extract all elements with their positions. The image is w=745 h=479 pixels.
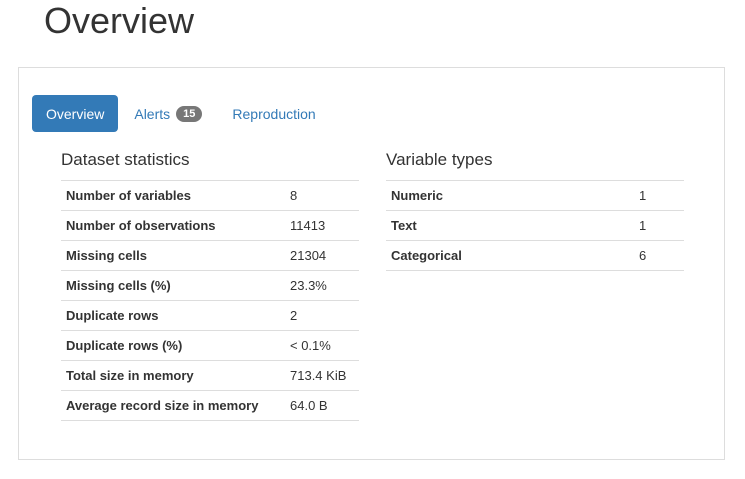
stat-value: 11413 (285, 210, 359, 241)
type-count: 6 (634, 240, 684, 271)
stat-label: Number of observations (61, 210, 285, 241)
tab-overview-label: Overview (46, 105, 105, 122)
stat-label: Missing cells (%) (61, 270, 285, 301)
dataset-statistics-title: Dataset statistics (61, 150, 190, 169)
stat-value: 8 (285, 180, 359, 211)
tab-alerts-label: Alerts (134, 105, 171, 122)
stat-value: 21304 (285, 240, 359, 271)
stat-value: < 0.1% (285, 330, 359, 361)
stat-label: Duplicate rows (%) (61, 330, 285, 361)
page-title: Overview (44, 0, 195, 41)
variable-types-title: Variable types (386, 150, 493, 169)
stat-label: Average record size in memory (61, 390, 285, 421)
stat-label: Missing cells (61, 240, 285, 271)
alerts-count-badge: 15 (176, 105, 203, 122)
table-row: Number of variables 8 (61, 180, 359, 211)
tab-bar: Overview Alerts 15 Reproduction (32, 95, 332, 132)
table-row: Numeric 1 (386, 180, 684, 211)
table-row: Text 1 (386, 210, 684, 241)
tab-reproduction[interactable]: Reproduction (218, 95, 329, 132)
tab-reproduction-label: Reproduction (232, 105, 316, 122)
table-row: Duplicate rows (%) < 0.1% (61, 330, 359, 361)
type-label: Numeric (386, 180, 634, 211)
table-row: Categorical 6 (386, 240, 684, 271)
dataset-statistics-table: Number of variables 8 Number of observati… (61, 180, 359, 421)
type-count: 1 (634, 210, 684, 241)
stat-value: 64.0 B (285, 390, 359, 421)
stat-value: 2 (285, 300, 359, 331)
type-label: Categorical (386, 240, 634, 271)
stat-value: 23.3% (285, 270, 359, 301)
type-count: 1 (634, 180, 684, 211)
table-row: Missing cells 21304 (61, 240, 359, 271)
variable-types-table: Numeric 1 Text 1 Categorical 6 (386, 180, 684, 271)
stat-value: 713.4 KiB (285, 360, 359, 391)
variable-types-section: Variable types Numeric 1 Text 1 Categorica… (386, 148, 684, 271)
tab-alerts[interactable]: Alerts 15 (120, 95, 216, 132)
dataset-statistics-section: Dataset statistics Number of variables 8 … (61, 148, 359, 421)
type-label: Text (386, 210, 634, 241)
table-row: Total size in memory 713.4 KiB (61, 360, 359, 391)
stat-label: Total size in memory (61, 360, 285, 391)
stat-label: Duplicate rows (61, 300, 285, 331)
stat-label: Number of variables (61, 180, 285, 211)
tab-overview[interactable]: Overview (32, 95, 119, 132)
overview-panel: Overview Alerts 15 Reproduction Dataset … (18, 67, 725, 460)
table-row: Missing cells (%) 23.3% (61, 270, 359, 301)
table-row: Duplicate rows 2 (61, 300, 359, 331)
table-row: Average record size in memory 64.0 B (61, 390, 359, 421)
table-row: Number of observations 11413 (61, 210, 359, 241)
